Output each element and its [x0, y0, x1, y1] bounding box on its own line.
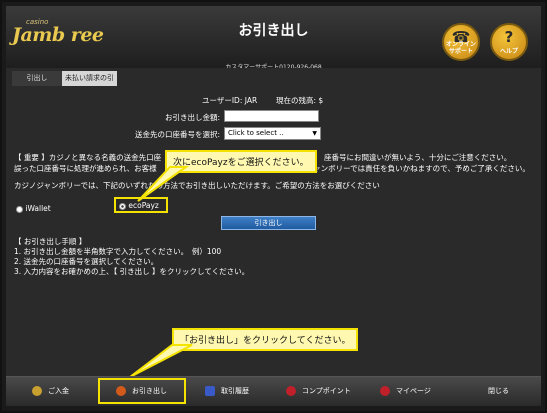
withdraw-button[interactable]: 引き出し — [221, 216, 316, 230]
online-support-button[interactable]: ☎ オンライン サポート — [442, 23, 480, 61]
header: casino Jamb ree お引き出し カスタマーサポート0120-926-… — [6, 6, 541, 71]
ecopayz-radio[interactable] — [119, 202, 126, 210]
notice-line-2-right: ジャンボリーでは責任を負いかねますので、予めご了承ください。 — [306, 164, 530, 173]
tab-withdraw[interactable]: 引出し — [12, 71, 62, 86]
nav-deposit[interactable]: ご入金 — [32, 377, 69, 406]
callout-arrow-top — [137, 166, 190, 202]
question-mark-icon: ? — [504, 28, 514, 46]
tab-bar: 引出し 未払い請求の引出し — [6, 68, 541, 97]
callout-arrow-bottom — [129, 344, 193, 378]
step-3: 3. 入力内容をお確かめの上、【 引き出し 】をクリックしてください。 — [14, 267, 250, 276]
method-instruction: カジノジャンボリーでは、下記のいずれかの方法でお引き出しいただけます。ご希望の方… — [14, 181, 380, 190]
iwallet-radio[interactable] — [16, 205, 23, 213]
withdraw-icon — [116, 386, 126, 396]
comp-point-icon — [286, 386, 296, 396]
chevron-down-icon: ▼ — [312, 130, 317, 137]
iwallet-label: iWallet — [25, 204, 51, 213]
history-icon — [205, 386, 215, 396]
nav-withdraw[interactable]: お引き出し — [116, 377, 167, 406]
nav-history-label: 取引履歴 — [221, 387, 249, 395]
nav-comp-points[interactable]: コンプポイント — [286, 377, 351, 406]
help-button[interactable]: ? ヘルプ — [490, 23, 528, 61]
amount-label: お引き出し金額: — [164, 113, 220, 122]
notice-line-1-right: 座番号にお間違いが無いよう、十分にご注意ください。 — [324, 153, 512, 162]
user-id: ユーザーID: JAR — [202, 96, 258, 105]
nav-mypage[interactable]: マイページ — [380, 377, 431, 406]
account-select-value: Click to select .. — [228, 129, 284, 137]
account-number-select[interactable]: Click to select .. ▼ — [224, 127, 321, 140]
online-support-label-1: オンライン — [445, 41, 476, 48]
amount-input[interactable] — [224, 110, 319, 122]
mypage-icon — [380, 386, 390, 396]
help-label: ヘルプ — [499, 48, 518, 55]
nav-withdraw-label: お引き出し — [132, 387, 167, 395]
nav-history[interactable]: 取引履歴 — [205, 377, 249, 406]
deposit-icon — [32, 386, 42, 396]
method-iwallet[interactable]: iWallet — [16, 204, 51, 213]
online-support-label-2: サポート — [448, 48, 473, 55]
account-number-label: 送金先の口座番号を選択: — [134, 130, 220, 139]
nav-comp-points-label: コンプポイント — [302, 387, 351, 395]
nav-mypage-label: マイページ — [396, 387, 431, 395]
tab-pending-withdraw[interactable]: 未払い請求の引出し — [62, 71, 117, 97]
nav-close[interactable]: 閉じる — [488, 377, 509, 406]
current-balance: 現在の残高: $ — [276, 96, 324, 105]
notice-line-1-left: 【 重要 】カジノと異なる名義の送金先口座 — [14, 153, 162, 162]
bottom-nav: ご入金 お引き出し 取引履歴 コンプポイント マイページ 閉じる — [6, 376, 541, 406]
nav-deposit-label: ご入金 — [48, 387, 69, 395]
